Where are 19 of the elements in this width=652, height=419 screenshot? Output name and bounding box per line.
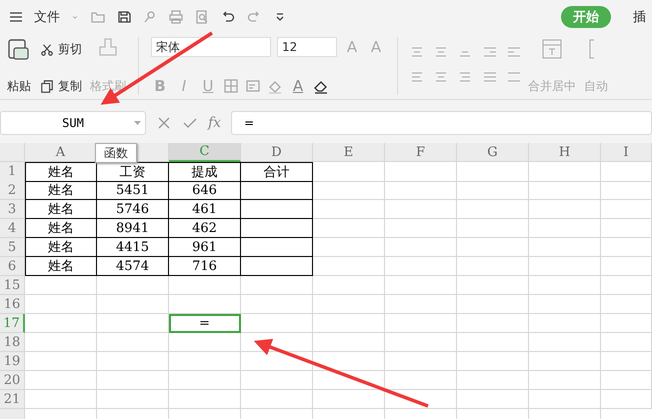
table-cell: 姓名 <box>25 219 97 238</box>
table-cell: 462 <box>169 219 241 238</box>
table-cell: 姓名 <box>25 257 97 276</box>
table-cell: 姓名 <box>25 238 97 257</box>
table-cell: 8941 <box>97 219 169 238</box>
table-cell: 5451 <box>97 181 169 200</box>
table-cell: 姓名 <box>25 162 97 182</box>
table-cell: 961 <box>169 238 241 257</box>
table-cell: 提成 <box>169 162 241 182</box>
table-cell: 5746 <box>97 200 169 219</box>
table-cell: 合计 <box>241 162 313 182</box>
tooltip: 函数 <box>95 143 137 163</box>
table-cell: 4574 <box>97 257 169 276</box>
table-cell: 4415 <box>97 238 169 257</box>
table-cell: 716 <box>169 257 241 276</box>
table-cell: 姓名 <box>25 181 97 200</box>
table-cell: 姓名 <box>25 200 97 219</box>
table-cell: 461 <box>169 200 241 219</box>
table-cell: 646 <box>169 181 241 200</box>
